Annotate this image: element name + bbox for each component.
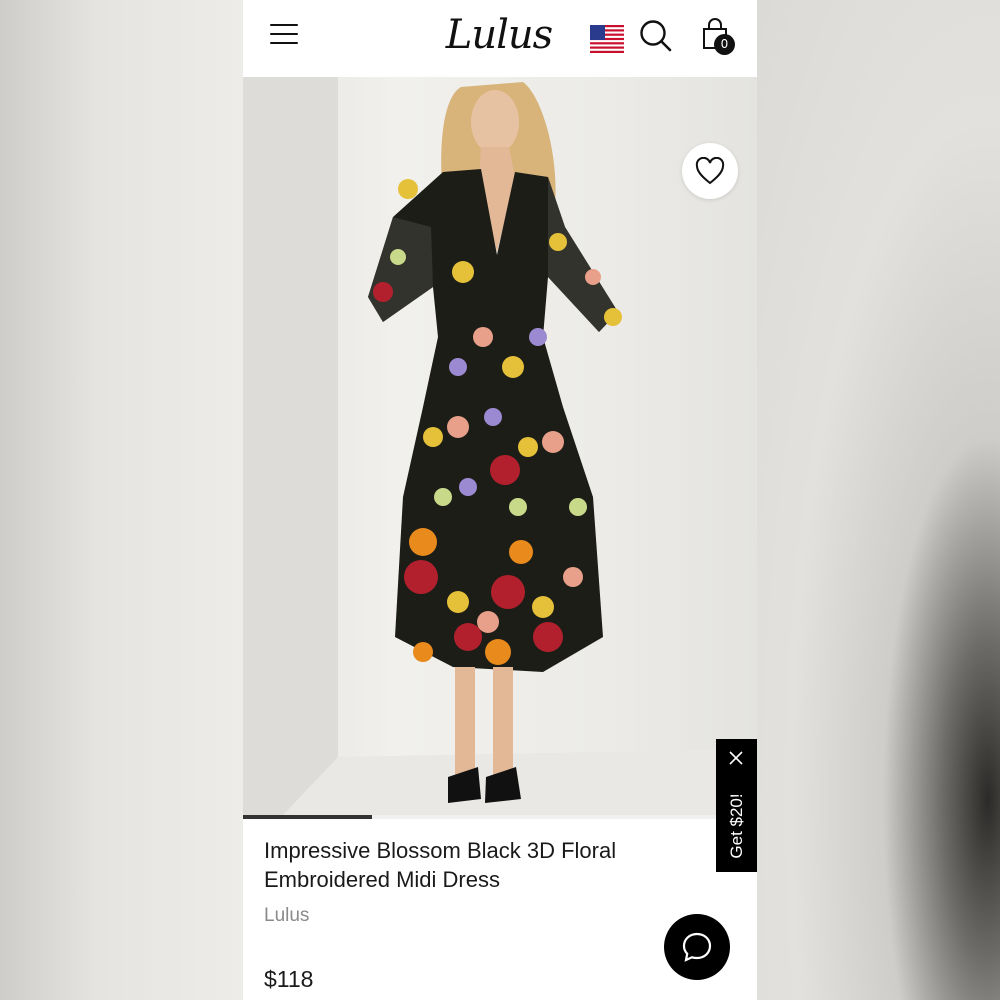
dress-photo-illustration [243,77,757,815]
gallery-progress-fill [243,815,372,819]
us-flag-icon[interactable] [590,25,624,53]
favorite-button[interactable] [682,143,738,199]
promo-tab[interactable]: Get $20! [716,739,757,872]
menu-icon[interactable] [270,24,298,46]
chat-bubble-icon [682,932,712,962]
product-title: Impressive Blossom Black 3D Floral Embro… [264,838,617,892]
search-icon[interactable] [639,19,673,53]
blurred-background-left [0,0,243,1000]
product-price: $118 [264,966,314,992]
gallery-progress-track [243,815,757,819]
promo-label[interactable]: Get $20! [727,776,749,876]
product-brand[interactable]: Lulus [264,905,309,927]
cart-count-badge: 0 [714,34,735,55]
site-header: Lulus 0 [243,0,757,77]
heart-icon [695,157,725,185]
close-icon[interactable] [729,751,743,765]
product-image[interactable] [243,77,757,815]
lulus-logo[interactable]: Lulus [443,10,555,60]
blurred-background-right [757,0,1000,1000]
mobile-viewport: Lulus 0 Impressive Blossom Black 3D Flor… [243,0,757,1000]
chat-button[interactable] [664,914,730,980]
